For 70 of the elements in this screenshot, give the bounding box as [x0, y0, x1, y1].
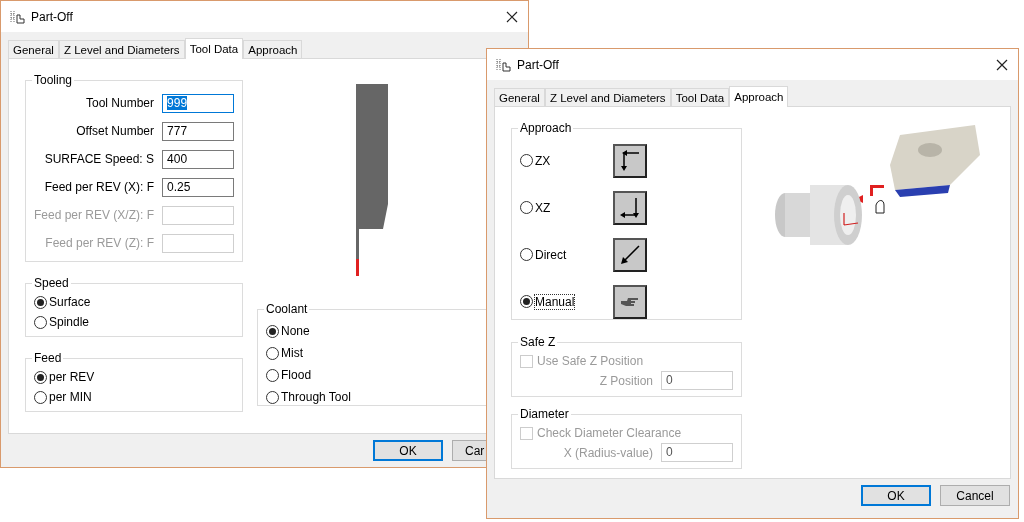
app-icon — [495, 57, 511, 72]
tab[interactable]: Approach — [243, 40, 303, 58]
radio-button[interactable] — [520, 201, 533, 214]
tab[interactable]: Z Level and Diameters — [544, 88, 671, 106]
input-field[interactable]: 777 — [162, 121, 235, 141]
group-title: Diameter — [519, 407, 570, 421]
field-label: X (Radius-value) — [563, 445, 653, 460]
field-label: SURFACE Speed: S — [44, 152, 155, 166]
path-arrow-icon — [619, 196, 641, 219]
app-icon — [9, 9, 25, 24]
radio-button[interactable] — [266, 324, 280, 338]
radio-label: Spindle — [49, 315, 90, 329]
radio-label: None — [281, 324, 310, 338]
dialog-button[interactable]: Car — [452, 440, 487, 461]
radio-button[interactable] — [34, 295, 47, 309]
group-title: Speed — [33, 276, 70, 290]
radio-label: Manual — [535, 294, 575, 309]
radio-label: XZ — [535, 200, 551, 215]
radio-label: Direct — [535, 247, 567, 262]
tab[interactable]: Approach — [729, 86, 789, 107]
approach-button[interactable] — [613, 237, 647, 272]
radio-button[interactable] — [34, 390, 47, 404]
tab[interactable]: Tool Data — [670, 88, 730, 106]
tab[interactable]: Z Level and Diameters — [58, 40, 185, 58]
radio-label: Flood — [281, 368, 312, 382]
group-title: Approach — [519, 121, 573, 135]
radio-label: per REV — [49, 370, 95, 384]
radio-label: ZX — [535, 153, 551, 168]
approach-button[interactable] — [613, 190, 647, 225]
group-title: Tooling — [33, 73, 74, 87]
group-title: Coolant — [265, 302, 309, 316]
close-icon[interactable] — [996, 58, 1008, 71]
radio-button[interactable] — [34, 315, 47, 329]
radio-button[interactable] — [520, 248, 533, 261]
checkbox-label: Check Diameter Clearance — [537, 426, 682, 440]
approach-button[interactable] — [613, 284, 647, 319]
diagonal-arrow-icon — [619, 243, 641, 266]
dialog-button[interactable]: OK — [373, 440, 443, 461]
input-field[interactable]: 999 — [162, 93, 235, 113]
field-label: Feed per REV (X): F — [44, 180, 155, 194]
radio-button[interactable] — [266, 368, 280, 382]
tab[interactable]: General — [494, 88, 545, 106]
close-icon[interactable] — [506, 10, 518, 23]
dialog-button[interactable]: OK — [861, 485, 931, 506]
tab[interactable]: Tool Data — [184, 38, 244, 59]
radio-label: Surface — [49, 295, 91, 309]
radio-button[interactable] — [266, 346, 280, 360]
dialog-button[interactable]: Cancel — [940, 485, 1010, 506]
radio-label: per MIN — [49, 390, 92, 404]
field-label: Feed per REV (X/Z): F — [34, 208, 155, 222]
window-title: Part-Off — [31, 9, 74, 24]
field-label: Tool Number — [86, 96, 155, 110]
window-title: Part-Off — [517, 57, 560, 72]
field-label: Feed per REV (Z): F — [45, 236, 155, 250]
radio-button[interactable] — [34, 370, 47, 384]
radio-label: Mist — [281, 346, 304, 360]
group-title: Safe Z — [519, 335, 557, 349]
input-field[interactable]: 0.25 — [162, 177, 235, 197]
tab[interactable]: General — [8, 40, 59, 58]
group-title: Feed — [33, 351, 63, 365]
field-label: Offset Number — [76, 124, 155, 138]
radio-label: Through Tool — [281, 390, 351, 404]
approach-button[interactable] — [613, 143, 647, 178]
radio-button[interactable] — [520, 154, 533, 167]
checkbox-label: Use Safe Z Position — [537, 354, 644, 368]
radio-button[interactable] — [266, 390, 280, 404]
path-arrow-icon — [619, 149, 641, 172]
field-label: Z Position — [599, 373, 653, 388]
input-field[interactable]: 400 — [162, 149, 235, 169]
radio-button[interactable] — [520, 295, 533, 308]
